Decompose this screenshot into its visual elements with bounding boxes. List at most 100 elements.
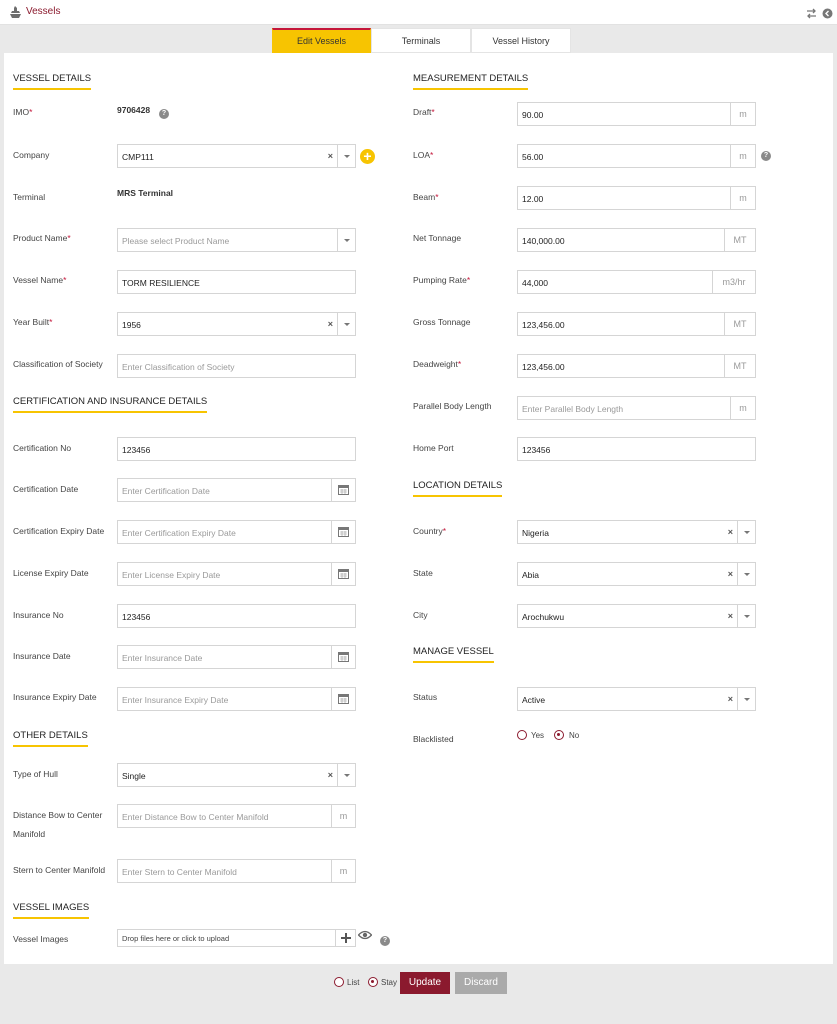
country-clear-icon[interactable]: ×	[728, 527, 733, 537]
dropzone-text: Drop files here or click to upload	[122, 934, 230, 943]
stern-input[interactable]: Enter Stern to Center Manifold m	[117, 859, 356, 883]
net-tonnage-value: 140,000.00	[522, 236, 565, 246]
upload-plus-icon[interactable]	[335, 930, 355, 946]
classification-placeholder: Enter Classification of Society	[122, 362, 235, 372]
calendar-icon[interactable]	[331, 646, 355, 668]
calendar-icon[interactable]	[331, 563, 355, 585]
add-company-icon[interactable]: +	[360, 149, 375, 164]
type-of-hull-label: Type of Hull	[13, 769, 58, 779]
required-marker: *	[435, 192, 439, 202]
calendar-icon[interactable]	[331, 688, 355, 710]
company-value: CMP111	[122, 152, 154, 162]
beam-unit: m	[730, 187, 755, 209]
terminal-label: Terminal	[13, 192, 46, 202]
calendar-icon[interactable]	[331, 521, 355, 543]
insurance-no-input[interactable]: 123456	[117, 604, 356, 628]
section-manage-vessel: MANAGE VESSEL	[413, 646, 494, 663]
city-select[interactable]: Arochukwu ×	[517, 604, 756, 628]
product-dropdown-icon[interactable]	[337, 229, 355, 251]
stay-radio[interactable]	[368, 977, 378, 987]
city-value: Arochukwu	[522, 612, 565, 622]
section-location: LOCATION DETAILS	[413, 480, 503, 497]
state-clear-icon[interactable]: ×	[728, 569, 733, 579]
imo-help-icon[interactable]: ?	[159, 109, 169, 119]
insurance-expiry-label: Insurance Expiry Date	[13, 692, 97, 702]
discard-button[interactable]: Discard	[455, 972, 507, 994]
state-value: Abia	[522, 570, 540, 580]
home-port-label: Home Port	[413, 443, 454, 453]
blacklisted-no-radio[interactable]	[554, 730, 564, 740]
calendar-icon[interactable]	[331, 479, 355, 501]
vessel-images-dropzone[interactable]: Drop files here or click to upload	[117, 929, 356, 947]
status-select[interactable]: Active ×	[517, 687, 756, 711]
required-marker: *	[49, 317, 53, 327]
vessel-name-input[interactable]: TORM RESILIENCE	[117, 270, 356, 294]
year-built-select[interactable]: 1956 ×	[117, 312, 356, 336]
state-select[interactable]: Abia ×	[517, 562, 756, 586]
section-certification: CERTIFICATION AND INSURANCE DETAILS	[13, 396, 208, 413]
certification-date-placeholder: Enter Certification Date	[122, 486, 210, 496]
country-dropdown-icon[interactable]	[737, 521, 755, 543]
back-icon[interactable]	[822, 8, 833, 19]
distance-bow-label-line2: Manifold	[13, 829, 46, 839]
state-dropdown-icon[interactable]	[737, 563, 755, 585]
beam-value: 12.00	[522, 194, 544, 204]
hull-dropdown-icon[interactable]	[337, 764, 355, 786]
license-expiry-input[interactable]: Enter License Expiry Date	[117, 562, 356, 586]
vessel-logo-icon	[10, 6, 21, 18]
gross-tonnage-input[interactable]: 123,456.00 MT	[517, 312, 756, 336]
blacklisted-yes-radio[interactable]	[517, 730, 527, 740]
license-expiry-label: License Expiry Date	[13, 568, 89, 578]
pumping-rate-input[interactable]: 44,000 m3/hr	[517, 270, 756, 294]
city-label: City	[413, 610, 428, 620]
gross-tonnage-label: Gross Tonnage	[413, 317, 471, 327]
preview-eye-icon[interactable]	[358, 930, 372, 940]
home-port-input[interactable]: 123456	[517, 437, 756, 461]
insurance-date-input[interactable]: Enter Insurance Date	[117, 645, 356, 669]
certification-expiry-placeholder: Enter Certification Expiry Date	[122, 528, 236, 538]
deadweight-input[interactable]: 123,456.00 MT	[517, 354, 756, 378]
parallel-body-length-input[interactable]: Enter Parallel Body Length m	[517, 396, 756, 420]
classification-input[interactable]: Enter Classification of Society	[117, 354, 356, 378]
net-tonnage-input[interactable]: 140,000.00 MT	[517, 228, 756, 252]
country-select[interactable]: Nigeria ×	[517, 520, 756, 544]
company-dropdown-icon[interactable]	[337, 145, 355, 167]
certification-expiry-input[interactable]: Enter Certification Expiry Date	[117, 520, 356, 544]
company-select[interactable]: CMP111 ×	[117, 144, 356, 168]
tab-edit-vessels[interactable]: Edit Vessels	[272, 28, 371, 53]
swap-icon[interactable]	[806, 8, 817, 19]
year-built-label: Year Built*	[13, 317, 53, 327]
year-clear-icon[interactable]: ×	[328, 319, 333, 329]
imo-label: IMO*	[13, 107, 33, 117]
city-dropdown-icon[interactable]	[737, 605, 755, 627]
tab-terminals[interactable]: Terminals	[371, 28, 471, 53]
list-radio[interactable]	[334, 977, 344, 987]
required-marker: *	[63, 275, 67, 285]
hull-clear-icon[interactable]: ×	[328, 770, 333, 780]
status-dropdown-icon[interactable]	[737, 688, 755, 710]
certification-date-input[interactable]: Enter Certification Date	[117, 478, 356, 502]
loa-input[interactable]: 56.00 m	[517, 144, 756, 168]
product-name-select[interactable]: Please select Product Name	[117, 228, 356, 252]
tab-vessel-history[interactable]: Vessel History	[471, 28, 571, 53]
distance-bow-input[interactable]: Enter Distance Bow to Center Manifold m	[117, 804, 356, 828]
loa-help-icon[interactable]: ?	[761, 151, 771, 161]
draft-unit: m	[730, 103, 755, 125]
net-tonnage-label: Net Tonnage	[413, 233, 462, 243]
city-clear-icon[interactable]: ×	[728, 611, 733, 621]
insurance-expiry-input[interactable]: Enter Insurance Expiry Date	[117, 687, 356, 711]
status-clear-icon[interactable]: ×	[728, 694, 733, 704]
update-button[interactable]: Update	[400, 972, 450, 994]
company-clear-icon[interactable]: ×	[328, 151, 333, 161]
images-help-icon[interactable]: ?	[380, 936, 390, 946]
beam-input[interactable]: 12.00 m	[517, 186, 756, 210]
draft-input[interactable]: 90.00 m	[517, 102, 756, 126]
form-panel: VESSEL DETAILS IMO* 9706428 ? Company CM…	[4, 53, 833, 964]
type-of-hull-select[interactable]: Single ×	[117, 763, 356, 787]
country-value: Nigeria	[522, 528, 549, 538]
year-dropdown-icon[interactable]	[337, 313, 355, 335]
pumping-rate-unit: m3/hr	[712, 271, 755, 293]
certification-no-input[interactable]: 123456	[117, 437, 356, 461]
stern-label: Stern to Center Manifold	[13, 865, 106, 875]
loa-label: LOA*	[413, 150, 434, 160]
